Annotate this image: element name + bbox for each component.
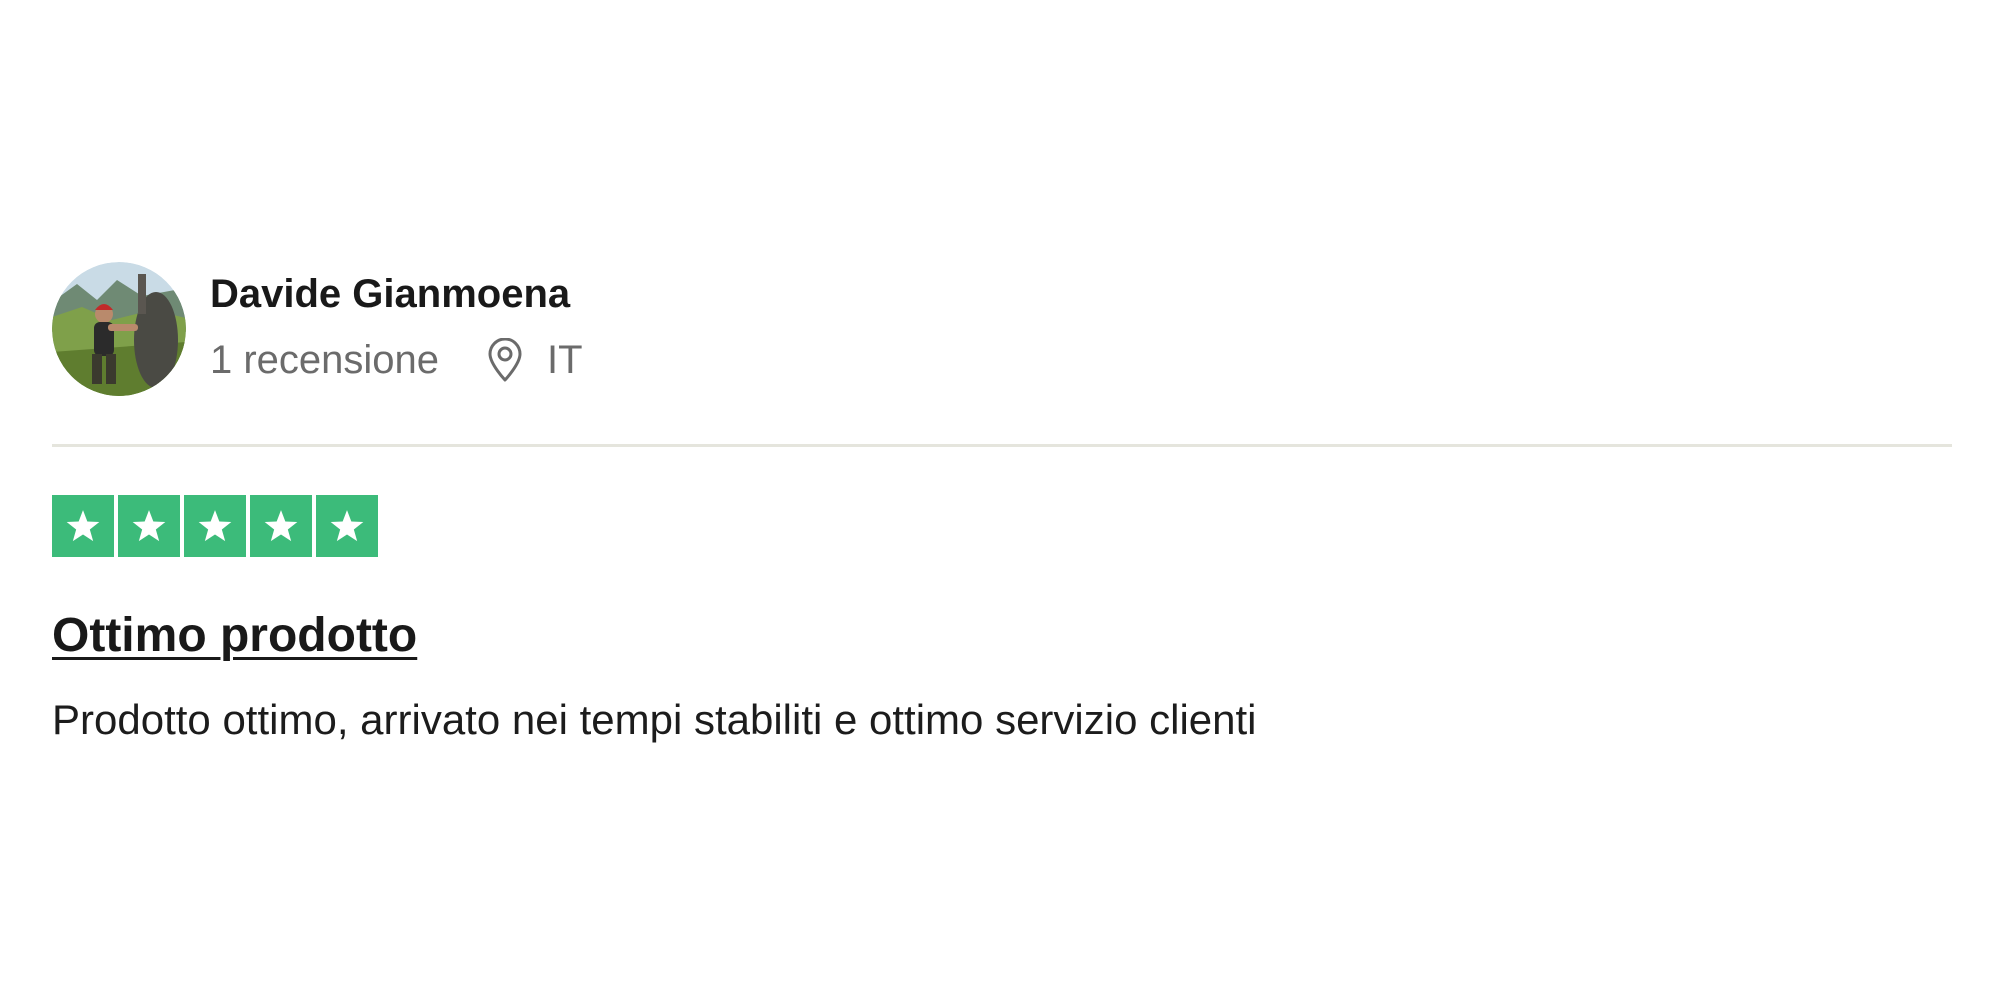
review-title-link[interactable]: Ottimo prodotto: [52, 607, 417, 665]
review-card: Davide Gianmoena 1 recensione IT Ottimo …: [52, 262, 1952, 747]
review-count: 1 recensione: [210, 338, 440, 382]
reviewer-name[interactable]: Davide Gianmoena: [210, 270, 583, 318]
reviewer-header: Davide Gianmoena 1 recensione IT: [52, 262, 1952, 396]
star-icon: [250, 495, 312, 557]
star-icon: [118, 495, 180, 557]
star-rating: [52, 495, 1952, 557]
reviewer-country: IT: [547, 338, 583, 382]
star-icon: [316, 495, 378, 557]
divider: [52, 444, 1952, 447]
location-pin-icon: [488, 338, 522, 382]
star-icon: [184, 495, 246, 557]
reviewer-info: Davide Gianmoena 1 recensione IT: [210, 270, 583, 384]
avatar[interactable]: [52, 262, 186, 396]
reviewer-location: IT: [485, 336, 583, 384]
reviewer-meta: 1 recensione IT: [210, 336, 583, 384]
star-icon: [52, 495, 114, 557]
review-body: Prodotto ottimo, arrivato nei tempi stab…: [52, 696, 1257, 743]
